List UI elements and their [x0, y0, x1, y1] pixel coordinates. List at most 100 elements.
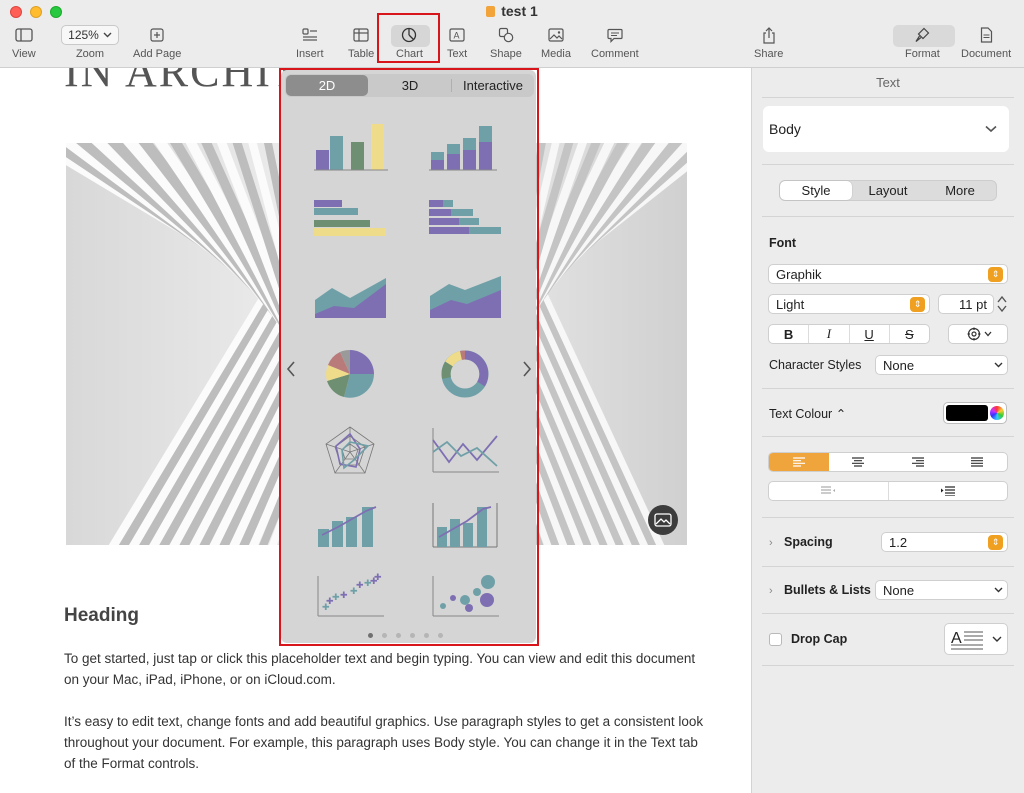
window-controls — [10, 6, 62, 18]
font-section-label: Font — [769, 236, 797, 250]
document-button[interactable]: Document — [961, 24, 1011, 60]
close-window-button[interactable] — [10, 6, 22, 18]
align-right-button[interactable] — [888, 453, 948, 471]
divider — [762, 566, 1014, 567]
up-down-chevron-icon: ⌃ — [835, 407, 847, 421]
chevron-down-icon — [985, 125, 997, 133]
advanced-options-button[interactable] — [948, 324, 1008, 344]
add-page-icon — [150, 28, 164, 42]
inspector-title: Text — [876, 75, 900, 90]
up-down-arrows-icon: ⇕ — [988, 266, 1003, 282]
font-size-field[interactable]: 11 pt — [938, 294, 994, 314]
chevron-down-icon — [103, 32, 112, 38]
divider — [762, 436, 1014, 437]
spacing-label[interactable]: Spacing — [784, 535, 833, 549]
replace-image-button[interactable] — [648, 505, 678, 535]
paintbrush-icon — [915, 27, 930, 42]
media-icon — [548, 28, 564, 42]
pages-document-icon — [486, 6, 496, 17]
paragraph-style-popup[interactable]: Body — [763, 106, 1009, 152]
tab-more[interactable]: More — [924, 181, 996, 200]
align-center-button[interactable] — [829, 453, 889, 471]
chevron-down-icon — [984, 331, 992, 337]
media-button[interactable]: Media — [541, 24, 571, 60]
zoom-control[interactable]: 125% Zoom — [61, 24, 119, 60]
shape-icon — [498, 27, 514, 43]
divider — [762, 665, 1014, 666]
text-colour-label[interactable]: Text Colour ⌃ — [769, 406, 846, 421]
justify-button[interactable] — [948, 453, 1008, 471]
insert-button[interactable]: Insert — [296, 24, 324, 60]
minimize-window-button[interactable] — [30, 6, 42, 18]
decrease-indent-button[interactable] — [769, 482, 888, 500]
disclosure-chevron-icon[interactable]: › — [769, 585, 773, 597]
font-family-popup[interactable]: Graphik ⇕ — [768, 264, 1008, 284]
chevron-down-icon — [994, 587, 1003, 593]
chart-button-highlight — [377, 13, 440, 63]
disclosure-chevron-icon[interactable]: › — [769, 537, 773, 549]
tab-layout[interactable]: Layout — [852, 181, 924, 200]
character-styles-popup[interactable]: None — [875, 355, 1008, 375]
drop-cap-checkbox[interactable] — [769, 633, 782, 646]
divider — [762, 388, 1014, 389]
bullets-lists-label[interactable]: Bullets & Lists — [784, 583, 871, 597]
align-left-icon — [792, 457, 805, 467]
strikethrough-button[interactable]: S — [888, 325, 929, 343]
document-paragraph-1[interactable]: To get started, just tap or click this p… — [64, 648, 704, 690]
divider — [762, 97, 1014, 98]
share-icon — [763, 26, 775, 44]
comment-icon — [607, 28, 623, 43]
alignment-buttons — [768, 452, 1008, 472]
chart-popover-highlight — [279, 68, 539, 646]
underline-button[interactable]: U — [848, 325, 889, 343]
format-button[interactable]: Format — [905, 24, 940, 60]
font-style-buttons: B I U S — [768, 324, 930, 344]
view-button[interactable]: View — [12, 24, 36, 60]
sidebar-icon — [15, 28, 33, 42]
zoom-window-button[interactable] — [50, 6, 62, 18]
align-left-button[interactable] — [769, 453, 829, 471]
svg-text:A: A — [951, 630, 962, 647]
increase-indent-icon — [940, 486, 955, 496]
justify-icon — [971, 457, 984, 467]
window-title: test 1 — [0, 3, 1024, 19]
document-paragraph-2[interactable]: It’s easy to edit text, change fonts and… — [64, 711, 704, 774]
insert-paragraph-icon — [302, 28, 317, 41]
increase-indent-button[interactable] — [887, 482, 1008, 500]
tab-style[interactable]: Style — [780, 181, 852, 200]
stepper-arrows-icon — [997, 295, 1007, 313]
italic-button[interactable]: I — [808, 325, 848, 343]
table-button[interactable]: Table — [348, 24, 374, 60]
document-title-text[interactable]: IN ARCHIT — [64, 68, 301, 97]
divider — [762, 517, 1014, 518]
share-button[interactable]: Share — [754, 24, 783, 60]
zoom-popup[interactable]: 125% — [61, 25, 119, 45]
colour-swatch — [946, 405, 988, 421]
document-heading[interactable]: Heading — [64, 605, 139, 627]
divider — [762, 216, 1014, 217]
shape-button[interactable]: Shape — [490, 24, 522, 60]
align-right-icon — [911, 457, 924, 467]
divider — [762, 164, 1014, 165]
font-weight-popup[interactable]: Light ⇕ — [768, 294, 930, 314]
character-styles-label: Character Styles — [769, 358, 862, 372]
indent-buttons — [768, 481, 1008, 501]
colour-wheel-icon[interactable] — [990, 406, 1004, 420]
drop-cap-style-popup[interactable]: A — [944, 623, 1008, 655]
text-button[interactable]: A Text — [447, 24, 467, 60]
svg-text:A: A — [454, 31, 460, 41]
text-inspector-tabs: Style Layout More — [779, 180, 997, 201]
comment-button[interactable]: Comment — [591, 24, 639, 60]
spacing-popup[interactable]: 1.2 ⇕ — [881, 532, 1008, 552]
add-page-button[interactable]: Add Page — [133, 24, 181, 60]
table-icon — [353, 28, 369, 42]
text-colour-well[interactable] — [943, 402, 1007, 424]
font-size-stepper[interactable] — [996, 294, 1008, 314]
align-center-icon — [852, 457, 865, 467]
up-down-arrows-icon: ⇕ — [988, 534, 1003, 550]
gear-icon — [967, 327, 981, 341]
bold-button[interactable]: B — [769, 325, 808, 343]
bullets-lists-popup[interactable]: None — [875, 580, 1008, 600]
document-icon — [980, 27, 992, 43]
image-icon — [654, 513, 672, 527]
